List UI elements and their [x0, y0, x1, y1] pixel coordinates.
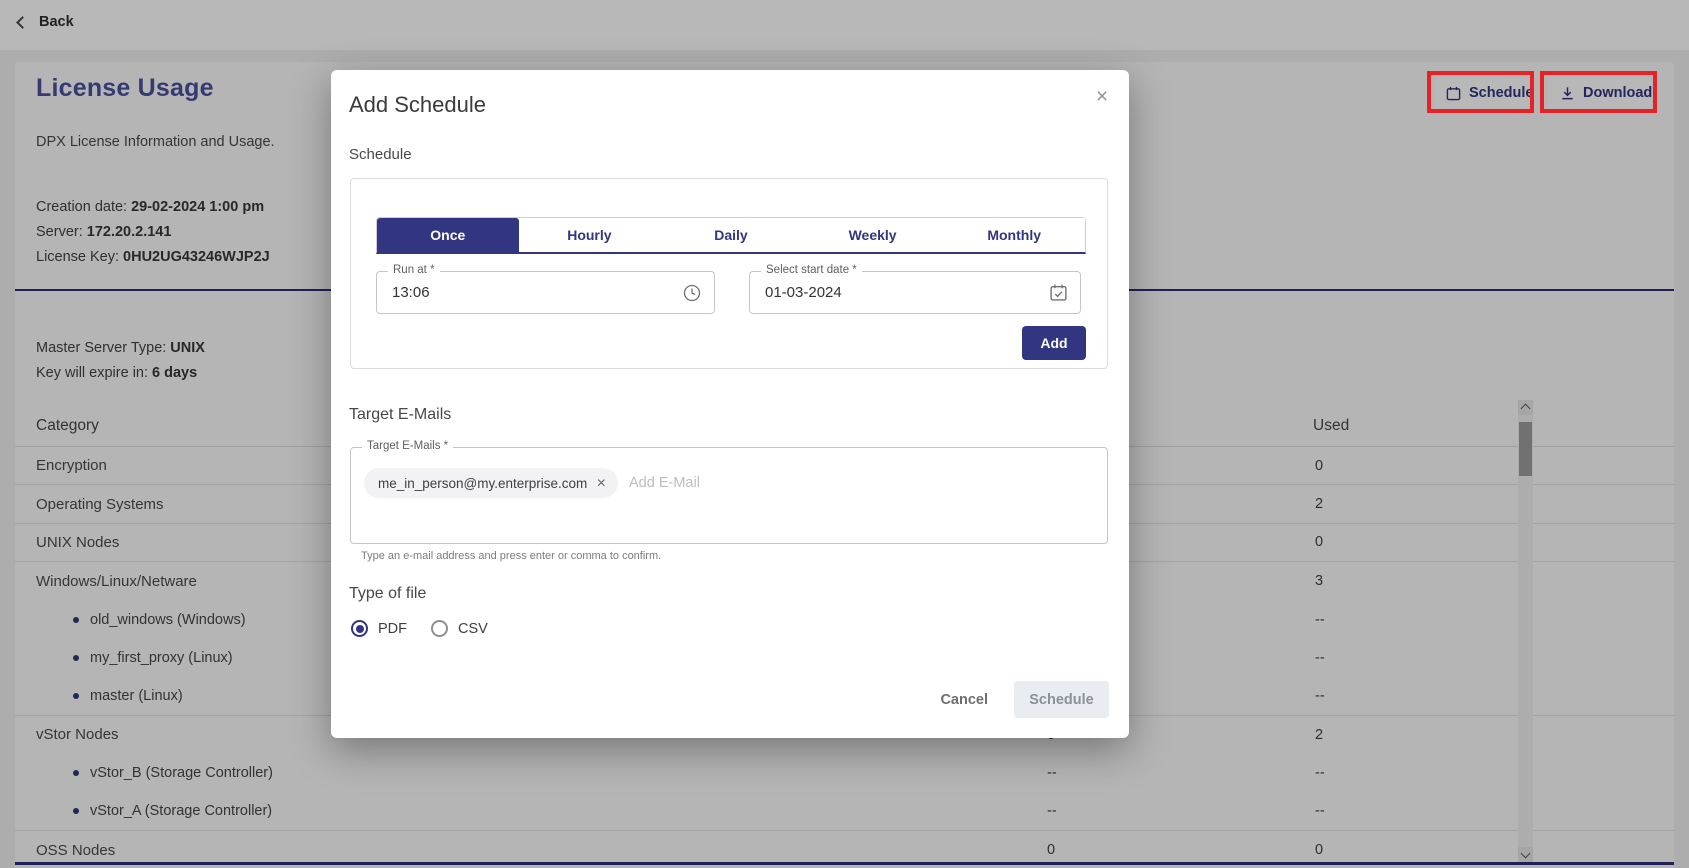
clock-icon[interactable] [682, 283, 702, 308]
radio-pdf[interactable]: PDF [351, 620, 407, 637]
tab-monthly[interactable]: Monthly [943, 218, 1085, 252]
start-date-field[interactable]: Select start date * 01-03-2024 [749, 264, 1081, 314]
close-icon[interactable]: × [1089, 84, 1115, 110]
schedule-submit-button[interactable]: Schedule [1014, 681, 1109, 718]
tab-once[interactable]: Once [377, 218, 519, 252]
file-type-section-label: Type of file [349, 585, 427, 602]
target-emails-section-label: Target E-Mails [349, 406, 452, 423]
remove-email-icon[interactable]: ✕ [596, 476, 606, 490]
target-emails-field[interactable]: Target E-Mails * me_in_person@my.enterpr… [350, 440, 1108, 544]
email-chip-text: me_in_person@my.enterprise.com [378, 475, 588, 491]
add-schedule-entry-button[interactable]: Add [1022, 326, 1086, 360]
email-helper-text: Type an e-mail address and press enter o… [361, 550, 662, 562]
cancel-button[interactable]: Cancel [940, 692, 988, 708]
schedule-box: Once Hourly Daily Weekly Monthly Run at … [350, 178, 1108, 369]
run-at-field[interactable]: Run at * 13:06 [376, 264, 715, 314]
add-schedule-modal: Add Schedule × Schedule Once Hourly Dail… [331, 70, 1129, 738]
start-date-value[interactable]: 01-03-2024 [765, 284, 842, 301]
add-email-input[interactable] [629, 469, 929, 497]
target-emails-label: Target E-Mails * [362, 440, 454, 452]
radio-csv-label: CSV [458, 620, 488, 637]
tab-weekly[interactable]: Weekly [801, 218, 944, 252]
run-at-value[interactable]: 13:06 [392, 284, 430, 301]
frequency-tabs: Once Hourly Daily Weekly Monthly [376, 217, 1086, 254]
tab-daily[interactable]: Daily [660, 218, 802, 252]
radio-pdf-label: PDF [378, 620, 407, 637]
tab-hourly[interactable]: Hourly [518, 218, 661, 252]
radio-csv[interactable]: CSV [431, 620, 488, 637]
modal-title: Add Schedule [349, 92, 486, 117]
calendar-check-icon[interactable] [1049, 283, 1068, 307]
modal-footer: Cancel Schedule [940, 681, 1109, 718]
start-date-label: Select start date * [761, 264, 862, 276]
file-type-radios: PDF CSV [351, 620, 488, 637]
radio-unselected-icon [431, 620, 448, 637]
email-chip: me_in_person@my.enterprise.com ✕ [364, 468, 619, 498]
radio-selected-icon [351, 620, 368, 637]
schedule-section-label: Schedule [349, 146, 412, 163]
run-at-label: Run at * [388, 264, 440, 276]
